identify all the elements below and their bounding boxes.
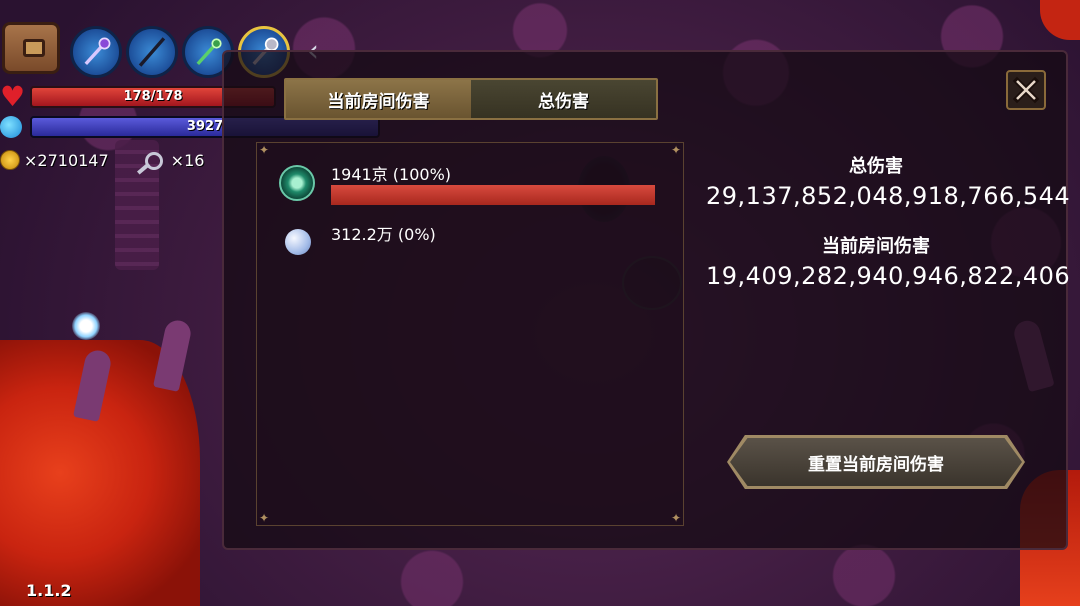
total-damage-label: 总伤害: [849, 156, 903, 177]
whip-icon: [138, 37, 166, 67]
tab-current-room-damage[interactable]: 当前房间伤害: [286, 80, 471, 118]
corner-ornament-icon: ✦: [671, 143, 682, 157]
blue-spirit-flame: [72, 312, 100, 340]
weapon-slot-whip[interactable]: [126, 26, 178, 78]
mana-orb-icon: [0, 116, 22, 138]
corner-ornament-icon: ✦: [259, 143, 270, 157]
room-damage-value: 19,409,282,940,946,822,406: [706, 262, 1071, 290]
room-damage-stat: 当前房间伤害 19,409,282,940,946,822,406: [706, 232, 1071, 290]
version-label: 1.1.2: [26, 581, 72, 600]
total-damage-value: 29,137,852,048,918,766,544: [706, 182, 1071, 210]
emerald-orb-icon: [279, 165, 315, 201]
key-count: ×16: [170, 150, 205, 170]
close-icon: [1012, 76, 1040, 104]
scepter-icon: [84, 37, 111, 66]
damage-entry-label: 1941京 (100%): [331, 165, 452, 184]
coin-icon: [0, 150, 20, 170]
total-damage-stat: 总伤害 29,137,852,048,918,766,544: [706, 152, 1071, 210]
reset-room-damage-button[interactable]: 重置当前房间伤害: [730, 438, 1022, 486]
damage-tabs: 当前房间伤害 总伤害: [284, 78, 658, 120]
room-damage-label: 当前房间伤害: [822, 236, 930, 257]
corner-ornament-icon: ✦: [671, 511, 682, 525]
damage-source-list[interactable]: ✦ ✦ ✦ ✦ 1941京 (100%) 312.2万 (0%): [256, 142, 684, 526]
heart-icon: [0, 80, 25, 113]
pearl-icon: [285, 229, 311, 255]
inventory-bag-button[interactable]: [2, 22, 60, 74]
key-icon: [135, 150, 163, 170]
damage-entry-bar: [331, 185, 655, 205]
corner-ornament-icon: ✦: [259, 511, 270, 525]
weapon-slot-scepter[interactable]: [70, 26, 122, 78]
tab-total-damage[interactable]: 总伤害: [471, 80, 656, 118]
staff-icon: [196, 38, 222, 66]
coin-count: ×2710147: [24, 150, 109, 170]
damage-entry-bar: [331, 247, 655, 267]
close-button[interactable]: [1006, 70, 1046, 110]
resources-row: ×2710147 ×16: [0, 150, 204, 170]
damage-entry-label: 312.2万 (0%): [331, 225, 436, 244]
damage-entry-bar-fill: [331, 185, 655, 205]
